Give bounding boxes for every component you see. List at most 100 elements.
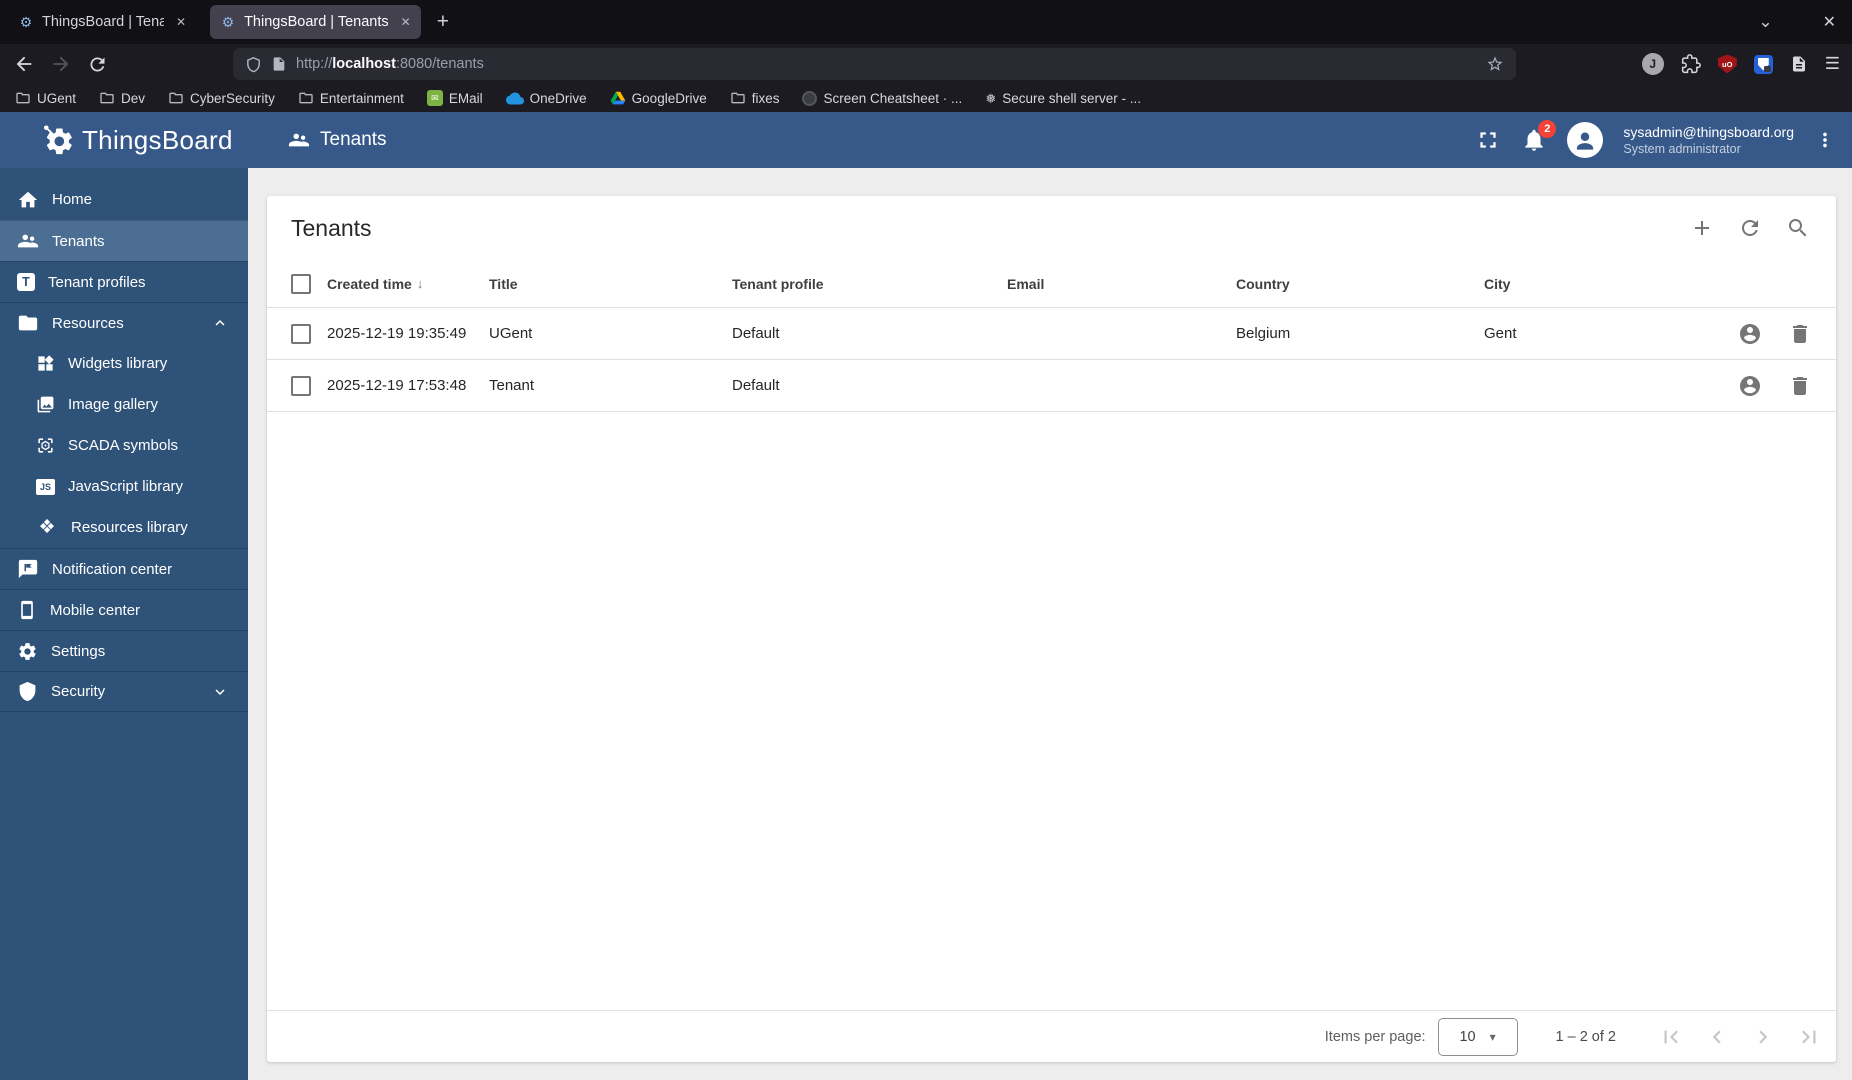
pagination-bar: Items per page: 10 ▾ 1 – 2 of 2: [267, 1010, 1836, 1062]
tab-tenants[interactable]: ⚙ ThingsBoard | Tenants ✕: [210, 5, 421, 39]
tab-overflow-chevron-icon[interactable]: ⌄: [1758, 12, 1772, 32]
sidebar-item-tenants[interactable]: Tenants: [0, 220, 248, 261]
first-page-icon[interactable]: [1658, 1024, 1684, 1050]
next-page-icon[interactable]: [1750, 1024, 1776, 1050]
items-per-page-select[interactable]: 10 ▾: [1437, 1017, 1518, 1056]
delete-tenant-icon[interactable]: [1788, 374, 1812, 398]
sidebar-item-scada-symbols[interactable]: SCADA symbols: [0, 425, 248, 466]
column-header-created-time[interactable]: Created time ↓: [327, 276, 489, 292]
last-page-icon[interactable]: [1796, 1024, 1822, 1050]
snowflake-icon: ❅: [985, 90, 997, 106]
column-header-email[interactable]: Email: [1007, 276, 1236, 292]
user-avatar[interactable]: [1567, 122, 1604, 158]
extensions-puzzle-icon[interactable]: [1681, 54, 1701, 74]
fullscreen-icon[interactable]: [1475, 127, 1501, 153]
bookmark-email[interactable]: ✉ EMail: [426, 90, 483, 106]
tab-title: ThingsBoard | Tenant ad: [42, 14, 164, 30]
bookmark-folder-fixes[interactable]: fixes: [730, 90, 779, 106]
menu-hamburger-icon[interactable]: ☰: [1825, 54, 1840, 74]
column-header-title[interactable]: Title: [489, 276, 732, 292]
onedrive-cloud-icon: [505, 92, 524, 104]
url-text[interactable]: http://localhost:8080/tenants: [296, 56, 484, 72]
cell-city: Gent: [1484, 325, 1517, 342]
sort-desc-icon: ↓: [416, 276, 424, 291]
forward-icon[interactable]: [50, 53, 72, 75]
bookmark-folder-entertainment[interactable]: Entertainment: [298, 90, 404, 106]
tab-close-icon[interactable]: ✕: [401, 15, 411, 29]
refresh-button[interactable]: [1738, 216, 1762, 240]
sidebar-item-notification-center[interactable]: Notification center: [0, 548, 248, 589]
previous-page-icon[interactable]: [1704, 1024, 1730, 1050]
reader-document-icon[interactable]: [1790, 55, 1808, 73]
folder-icon: [18, 315, 38, 331]
user-info[interactable]: sysadmin@thingsboard.org System administ…: [1623, 123, 1794, 157]
bookmark-star-icon[interactable]: [1486, 55, 1504, 73]
bookmark-folder-cybersecurity[interactable]: CyberSecurity: [168, 90, 275, 106]
notifications-bell-icon[interactable]: 2: [1521, 120, 1557, 153]
thingsboard-favicon-icon: ⚙: [19, 13, 33, 30]
smartphone-icon: [21, 600, 33, 620]
bookmark-secure-shell[interactable]: ❅ Secure shell server - ...: [985, 91, 1141, 106]
tracking-shield-icon[interactable]: [245, 56, 262, 73]
widgets-icon: [38, 355, 54, 371]
sidebar-item-mobile-center[interactable]: Mobile center: [0, 589, 248, 630]
back-icon[interactable]: [13, 53, 35, 75]
card-title: Tenants: [291, 214, 372, 241]
tab-title: ThingsBoard | Tenants: [244, 14, 389, 30]
cell-created-time: 2025-12-19 19:35:49: [327, 325, 467, 342]
table-row[interactable]: 2025-12-19 17:53:48 Tenant Default: [267, 360, 1836, 412]
column-header-city[interactable]: City: [1484, 276, 1720, 292]
row-checkbox[interactable]: [291, 323, 311, 344]
row-checkbox[interactable]: [291, 375, 311, 396]
mail-icon: ✉: [426, 90, 443, 106]
ublock-origin-icon[interactable]: uO: [1717, 54, 1737, 74]
cell-title: Tenant: [489, 377, 535, 394]
url-bar[interactable]: http://localhost:8080/tenants: [233, 48, 1516, 80]
page-info-icon[interactable]: [271, 56, 287, 72]
notification-center-icon: [18, 559, 38, 579]
thingsboard-favicon-icon: ⚙: [221, 13, 235, 30]
sidebar-item-security[interactable]: Security: [0, 671, 248, 712]
tab-tenant-admin[interactable]: ⚙ ThingsBoard | Tenant ad ✕: [8, 5, 196, 39]
add-tenant-button[interactable]: [1690, 216, 1714, 240]
cell-tenant-profile: Default: [732, 377, 780, 394]
sidebar-item-tenant-profiles[interactable]: T Tenant profiles: [0, 261, 248, 302]
cell-created-time: 2025-12-19 17:53:48: [327, 377, 467, 394]
sidebar-item-resources-library[interactable]: ❖ Resources library: [0, 507, 248, 548]
select-all-checkbox[interactable]: [291, 273, 311, 294]
column-header-tenant-profile[interactable]: Tenant profile: [732, 276, 1007, 292]
page-title: Tenants: [320, 129, 387, 150]
sidebar-item-home[interactable]: Home: [0, 179, 248, 220]
bookmark-folder-ugent[interactable]: UGent: [15, 90, 76, 106]
sidebar-item-settings[interactable]: Settings: [0, 630, 248, 671]
sidebar-item-resources[interactable]: Resources: [0, 302, 248, 343]
search-button[interactable]: [1786, 216, 1810, 240]
column-header-country[interactable]: Country: [1236, 276, 1484, 292]
firefox-account-avatar[interactable]: J: [1641, 53, 1664, 75]
table-row[interactable]: 2025-12-19 19:35:49 UGent Default Belgiu…: [267, 308, 1836, 360]
chevron-down-icon: [211, 683, 229, 701]
reload-icon[interactable]: [87, 54, 108, 75]
new-tab-button[interactable]: +: [437, 10, 449, 34]
table-header-row: Created time ↓ Title Tenant profile Emai…: [267, 260, 1836, 308]
bookmark-onedrive[interactable]: OneDrive: [505, 91, 587, 106]
image-gallery-icon: [37, 396, 54, 413]
password-manager-icon[interactable]: [1753, 54, 1773, 74]
sidebar-item-javascript-library[interactable]: JS JavaScript library: [0, 466, 248, 507]
thingsboard-logo[interactable]: ThingsBoard: [0, 124, 233, 156]
delete-tenant-icon[interactable]: [1788, 322, 1812, 346]
bookmark-screen-cheatsheet[interactable]: Screen Cheatsheet · ...: [802, 90, 962, 106]
manage-tenant-admins-icon[interactable]: [1738, 374, 1762, 398]
bookmark-folder-dev[interactable]: Dev: [99, 90, 145, 106]
manage-tenant-admins-icon[interactable]: [1738, 322, 1762, 346]
more-vert-icon[interactable]: [1814, 129, 1836, 151]
sidebar-nav: Home Tenants T Tenant profiles Resources…: [0, 168, 248, 1080]
browser-nav-bar: http://localhost:8080/tenants J uO ☰: [0, 44, 1852, 84]
window-close-icon[interactable]: ✕: [1823, 12, 1836, 32]
tab-close-icon[interactable]: ✕: [176, 15, 186, 29]
sidebar-item-image-gallery[interactable]: Image gallery: [0, 384, 248, 425]
chevron-up-icon: [211, 314, 229, 332]
app-header: ThingsBoard Tenants 2 sysadmin@thingsboa…: [0, 112, 1852, 168]
sidebar-item-widgets-library[interactable]: Widgets library: [0, 343, 248, 384]
bookmark-googledrive[interactable]: GoogleDrive: [610, 90, 707, 106]
